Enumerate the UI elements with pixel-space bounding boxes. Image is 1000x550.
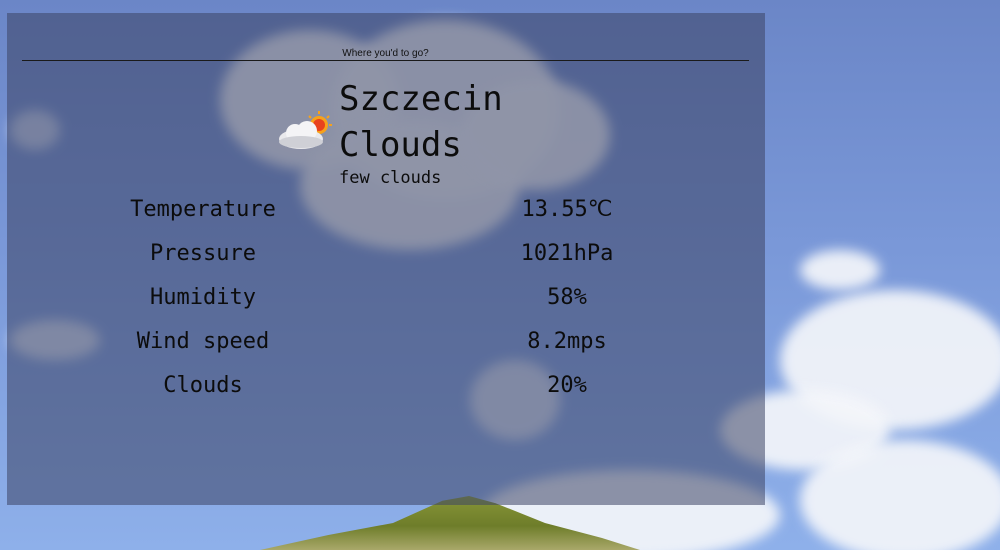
stat-value: 58% xyxy=(547,285,587,310)
stat-row-humidity: Humidity 58% xyxy=(7,279,765,323)
stat-row-temperature: Temperature 13.55℃ xyxy=(7,191,765,235)
stat-row-clouds: Clouds 20% xyxy=(7,367,765,411)
stat-row-wind-speed: Wind speed 8.2mps xyxy=(7,323,765,367)
weather-description: few clouds xyxy=(339,168,442,188)
stat-value: 1021hPa xyxy=(520,241,614,266)
stat-label: Temperature xyxy=(130,197,276,222)
stat-value: 20% xyxy=(547,373,587,398)
few-clouds-icon xyxy=(279,111,332,149)
stat-label: Humidity xyxy=(150,285,256,310)
weather-stats-table: Temperature 13.55℃ Pressure 1021hPa Humi… xyxy=(7,191,765,411)
city-name: Szczecin xyxy=(339,79,503,119)
stat-row-pressure: Pressure 1021hPa xyxy=(7,235,765,279)
stat-label: Pressure xyxy=(150,241,256,266)
search-input[interactable] xyxy=(22,46,749,61)
stat-label: Clouds xyxy=(163,373,243,398)
stat-value: 8.2mps xyxy=(527,329,607,354)
weather-panel: Szczecin Clouds few clouds Temperature 1… xyxy=(7,13,765,505)
stat-value: 13.55℃ xyxy=(521,197,613,222)
weather-main: Clouds xyxy=(339,125,462,165)
stat-label: Wind speed xyxy=(136,329,270,354)
